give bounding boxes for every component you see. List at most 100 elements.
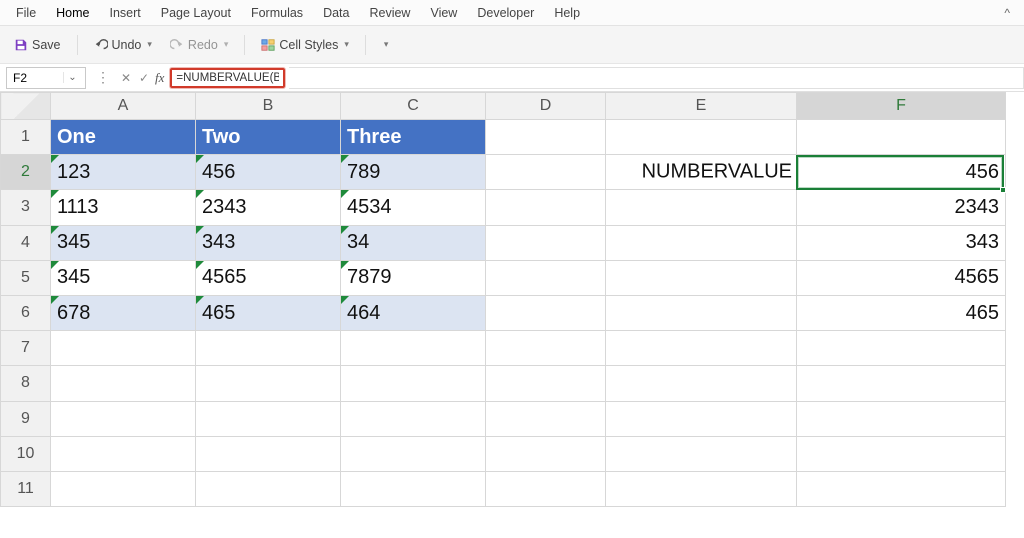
- cell-D2[interactable]: [486, 155, 606, 190]
- cell-F3[interactable]: 2343: [797, 190, 1006, 225]
- cell-A7[interactable]: [51, 331, 196, 366]
- row-1[interactable]: 1: [1, 120, 51, 155]
- cell-B8[interactable]: [196, 366, 341, 401]
- cell-D11[interactable]: [486, 471, 606, 506]
- tab-review[interactable]: Review: [359, 2, 420, 24]
- cell-B6[interactable]: 465: [196, 295, 341, 330]
- col-A[interactable]: A: [51, 93, 196, 120]
- cell-E1[interactable]: [606, 120, 797, 155]
- cell-C6[interactable]: 464: [341, 295, 486, 330]
- cell-A3[interactable]: 1113: [51, 190, 196, 225]
- cell-D10[interactable]: [486, 436, 606, 471]
- name-box-input[interactable]: [7, 71, 63, 85]
- chevron-down-icon[interactable]: ▾: [222, 39, 229, 50]
- tab-page-layout[interactable]: Page Layout: [151, 2, 241, 24]
- cell-F7[interactable]: [797, 331, 1006, 366]
- row-7[interactable]: 7: [1, 331, 51, 366]
- cell-C7[interactable]: [341, 331, 486, 366]
- cell-A8[interactable]: [51, 366, 196, 401]
- cell-A2[interactable]: 123: [51, 155, 196, 190]
- cell-F6[interactable]: 465: [797, 295, 1006, 330]
- cell-E9[interactable]: [606, 401, 797, 436]
- row-3[interactable]: 3: [1, 190, 51, 225]
- cell-E3[interactable]: [606, 190, 797, 225]
- tab-developer[interactable]: Developer: [467, 2, 544, 24]
- redo-button[interactable]: Redo ▾: [164, 35, 234, 55]
- cell-A10[interactable]: [51, 436, 196, 471]
- cell-C8[interactable]: [341, 366, 486, 401]
- cell-D4[interactable]: [486, 225, 606, 260]
- cell-E4[interactable]: [606, 225, 797, 260]
- name-box[interactable]: ⌄: [6, 67, 86, 89]
- cell-E2[interactable]: NUMBERVALUE: [606, 155, 797, 190]
- cell-B5[interactable]: 4565: [196, 260, 341, 295]
- cell-F10[interactable]: [797, 436, 1006, 471]
- cell-C1[interactable]: Three: [341, 120, 486, 155]
- tab-insert[interactable]: Insert: [100, 2, 151, 24]
- cell-C4[interactable]: 34: [341, 225, 486, 260]
- cell-E7[interactable]: [606, 331, 797, 366]
- formula-input[interactable]: =NUMBERVALUE(B2): [176, 72, 279, 84]
- formula-bar-handle[interactable]: ⋮: [90, 69, 117, 86]
- tab-view[interactable]: View: [420, 2, 467, 24]
- cell-A6[interactable]: 678: [51, 295, 196, 330]
- insert-function-button[interactable]: fx: [153, 70, 170, 86]
- cell-B2[interactable]: 456: [196, 155, 341, 190]
- chevron-down-icon[interactable]: ▾: [342, 39, 349, 50]
- cell-F5[interactable]: 4565: [797, 260, 1006, 295]
- chevron-down-icon[interactable]: ⌄: [63, 72, 81, 83]
- cell-C5[interactable]: 7879: [341, 260, 486, 295]
- cell-C10[interactable]: [341, 436, 486, 471]
- cell-E5[interactable]: [606, 260, 797, 295]
- tab-help[interactable]: Help: [544, 2, 590, 24]
- col-D[interactable]: D: [486, 93, 606, 120]
- row-4[interactable]: 4: [1, 225, 51, 260]
- row-11[interactable]: 11: [1, 471, 51, 506]
- cell-B1[interactable]: Two: [196, 120, 341, 155]
- cell-E10[interactable]: [606, 436, 797, 471]
- select-all-corner[interactable]: [1, 93, 51, 120]
- cell-C9[interactable]: [341, 401, 486, 436]
- cell-C2[interactable]: 789: [341, 155, 486, 190]
- cell-styles-button[interactable]: Cell Styles ▾: [255, 35, 355, 55]
- cell-F2[interactable]: 456: [797, 155, 1006, 190]
- tab-formulas[interactable]: Formulas: [241, 2, 313, 24]
- cell-F11[interactable]: [797, 471, 1006, 506]
- cell-C3[interactable]: 4534: [341, 190, 486, 225]
- cell-A9[interactable]: [51, 401, 196, 436]
- cell-D3[interactable]: [486, 190, 606, 225]
- undo-button[interactable]: Undo ▾: [88, 35, 158, 55]
- tab-home[interactable]: Home: [46, 2, 99, 24]
- formula-cancel-button[interactable]: ✕: [117, 67, 135, 89]
- cell-E8[interactable]: [606, 366, 797, 401]
- cell-B9[interactable]: [196, 401, 341, 436]
- cell-F9[interactable]: [797, 401, 1006, 436]
- cell-D5[interactable]: [486, 260, 606, 295]
- tab-file[interactable]: File: [6, 2, 46, 24]
- row-2[interactable]: 2: [1, 155, 51, 190]
- cell-F4[interactable]: 343: [797, 225, 1006, 260]
- cell-D1[interactable]: [486, 120, 606, 155]
- save-button[interactable]: Save: [8, 35, 67, 55]
- col-F[interactable]: F: [797, 93, 1006, 120]
- cell-F8[interactable]: [797, 366, 1006, 401]
- cell-A5[interactable]: 345: [51, 260, 196, 295]
- cell-B3[interactable]: 2343: [196, 190, 341, 225]
- col-B[interactable]: B: [196, 93, 341, 120]
- row-8[interactable]: 8: [1, 366, 51, 401]
- cell-A11[interactable]: [51, 471, 196, 506]
- formula-enter-button[interactable]: ✓: [135, 67, 153, 89]
- cell-B11[interactable]: [196, 471, 341, 506]
- chevron-down-icon[interactable]: ▾: [145, 39, 152, 50]
- col-E[interactable]: E: [606, 93, 797, 120]
- cell-B10[interactable]: [196, 436, 341, 471]
- row-10[interactable]: 10: [1, 436, 51, 471]
- cell-E11[interactable]: [606, 471, 797, 506]
- row-6[interactable]: 6: [1, 295, 51, 330]
- cell-B7[interactable]: [196, 331, 341, 366]
- cell-A4[interactable]: 345: [51, 225, 196, 260]
- cell-D9[interactable]: [486, 401, 606, 436]
- tab-data[interactable]: Data: [313, 2, 359, 24]
- cell-B4[interactable]: 343: [196, 225, 341, 260]
- cell-D8[interactable]: [486, 366, 606, 401]
